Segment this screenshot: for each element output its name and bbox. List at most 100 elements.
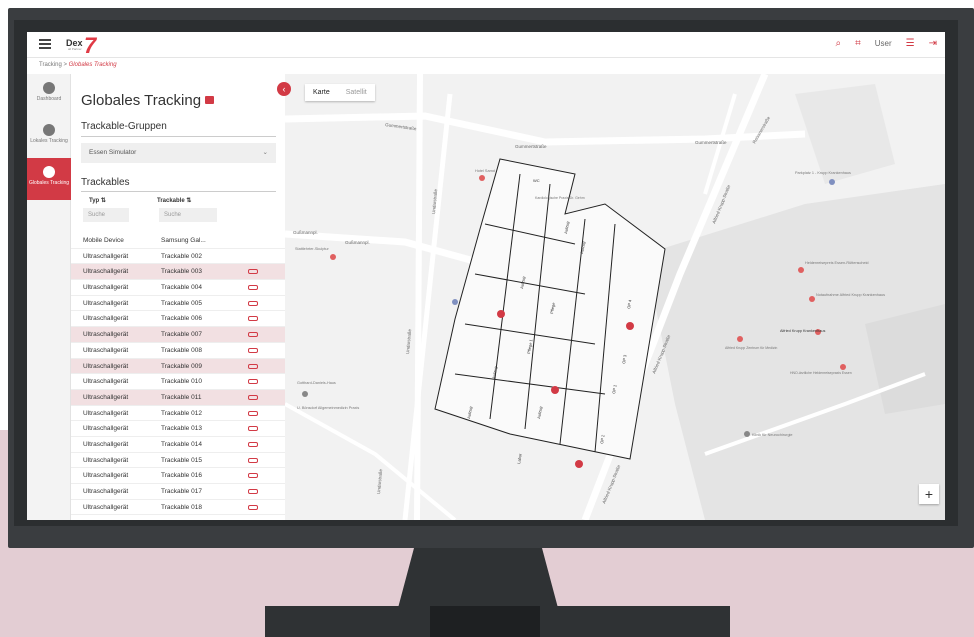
top-actions: ⌕ ⌗ User ☰ ⇥	[836, 38, 938, 49]
table-row[interactable]: Ultraschallgerät Trackable 005	[71, 296, 285, 312]
poi-pin[interactable]	[840, 364, 846, 370]
cell-trackable: Trackable 005	[161, 299, 202, 307]
table-row[interactable]: Ultraschallgerät Trackable 018	[71, 500, 285, 516]
cell-type: Ultraschallgerät	[83, 378, 129, 386]
tag-icon[interactable]	[248, 269, 258, 275]
tag-icon[interactable]	[248, 410, 258, 416]
cell-type: Ultraschallgerät	[83, 409, 129, 417]
group-select-value: Essen Simulator	[89, 149, 137, 156]
table-row[interactable]: Ultraschallgerät Trackable 003	[71, 264, 285, 281]
table-row[interactable]: Ultraschallgerät Trackable 012	[71, 406, 285, 422]
tag-icon[interactable]	[248, 379, 258, 385]
type-search-input[interactable]: Suche	[83, 208, 129, 222]
tag-icon[interactable]	[248, 394, 258, 400]
poi-pin[interactable]	[302, 391, 308, 397]
map-type-toggle: Karte Satellit	[305, 84, 375, 101]
tag-icon[interactable]	[248, 457, 258, 463]
zoom-in-button[interactable]: +	[919, 484, 939, 504]
tag-icon[interactable]	[248, 332, 258, 338]
tag-icon[interactable]	[248, 300, 258, 306]
table-row[interactable]: Ultraschallgerät Trackable 008	[71, 343, 285, 359]
poi-pin[interactable]	[452, 299, 458, 305]
table-row[interactable]: Ultraschallgerät Trackable 002	[71, 249, 285, 265]
cell-trackable: Trackable 016	[161, 472, 202, 480]
tag-icon[interactable]	[248, 489, 258, 494]
tag-icon[interactable]	[248, 316, 258, 322]
tag-icon[interactable]	[248, 347, 258, 353]
group-select[interactable]: Essen Simulator ⌄	[81, 143, 276, 163]
poi-pin[interactable]	[798, 267, 804, 273]
lock-icon[interactable]	[205, 96, 215, 104]
poi-label: Heldenreisepreis Essen-Rüttenscheid	[805, 261, 869, 265]
cell-trackable: Trackable 003	[161, 268, 202, 276]
table-row[interactable]: Ultraschallgerät Trackable 006	[71, 311, 285, 328]
street-label: Gummertstraße	[515, 144, 547, 149]
poi-label: Klinik für Neurochirurgie	[752, 433, 793, 437]
tag-icon[interactable]	[248, 441, 258, 447]
breadcrumb-separator: >	[61, 62, 69, 68]
tab-satellit[interactable]: Satellit	[338, 84, 375, 101]
cell-type: Ultraschallgerät	[83, 362, 129, 370]
poi-label: Stattlehrter-Skulptur	[295, 247, 329, 251]
collapse-panel-button[interactable]: ‹	[277, 82, 291, 96]
logout-icon[interactable]: ⇥	[929, 38, 937, 49]
map-canvas[interactable]: Gummertstraße Gummertstraße Gummertstraß…	[285, 74, 945, 520]
cell-type: Ultraschallgerät	[83, 284, 129, 292]
poi-pin[interactable]	[829, 179, 835, 185]
table-row[interactable]: Mobile Device Samsung Gal...	[71, 233, 285, 249]
table-row[interactable]: Ultraschallgerät Trackable 013	[71, 421, 285, 437]
table-row[interactable]: Ultraschallgerät Trackable 015	[71, 453, 285, 469]
poi-pin[interactable]	[809, 296, 815, 302]
tag-icon[interactable]	[248, 426, 258, 432]
tag-icon[interactable]	[248, 473, 258, 479]
table-row[interactable]: Ultraschallgerät Trackable 007	[71, 327, 285, 343]
nav-item-dashboard[interactable]: Dashboard	[27, 74, 71, 116]
breadcrumb: Tracking > Globales Tracking	[39, 62, 117, 68]
tracking-marker[interactable]	[551, 386, 559, 394]
cell-type: Ultraschallgerät	[83, 346, 129, 354]
poi-label: Alfried Krupp Krankenhaus	[780, 329, 825, 333]
tab-karte[interactable]: Karte	[305, 84, 338, 101]
tracking-marker[interactable]	[497, 310, 505, 318]
cell-trackable: Trackable 017	[161, 488, 202, 495]
divider	[81, 136, 276, 137]
top-bar: Dex all Partner 7 ⌕ ⌗ User ☰ ⇥	[27, 32, 945, 58]
table-row[interactable]: Ultraschallgerät Trackable 004	[71, 280, 285, 296]
breadcrumb-current: Globales Tracking	[68, 62, 117, 68]
trackable-search-input[interactable]: Suche	[159, 208, 217, 222]
breadcrumb-root[interactable]: Tracking	[39, 62, 62, 68]
scan-icon[interactable]: ⌗	[855, 38, 861, 49]
nav-item-lokales-tracking[interactable]: Lokales Tracking	[27, 116, 71, 158]
poi-pin[interactable]	[330, 254, 336, 260]
table-row[interactable]: Ultraschallgerät Trackable 017	[71, 484, 285, 500]
trackables-table: Mobile Device Samsung Gal... Ultraschallg…	[71, 233, 285, 516]
column-header-type[interactable]: Typ ⇅	[89, 197, 106, 204]
search-icon[interactable]: ⌕	[836, 38, 842, 49]
poi-pin[interactable]	[479, 175, 485, 181]
street-label: Gußmannpl.	[293, 230, 318, 235]
tracking-marker[interactable]	[575, 460, 583, 468]
table-row[interactable]: Ultraschallgerät Trackable 011	[71, 389, 285, 406]
logo-number: 7	[84, 33, 97, 58]
street-label: Gußmannpl.	[345, 240, 370, 245]
tag-icon[interactable]	[248, 285, 258, 291]
tracking-marker[interactable]	[626, 322, 634, 330]
table-row[interactable]: Ultraschallgerät Trackable 009	[71, 358, 285, 375]
poi-pin[interactable]	[744, 431, 750, 437]
column-header-trackable[interactable]: Trackable ⇅	[157, 197, 191, 204]
table-row[interactable]: Ultraschallgerät Trackable 016	[71, 468, 285, 484]
nav-item-globales-tracking[interactable]: Globales Tracking	[27, 158, 71, 200]
cell-type: Ultraschallgerät	[83, 268, 129, 276]
tag-icon[interactable]	[248, 363, 258, 369]
monitor-stand-shadow	[430, 606, 540, 637]
tag-icon[interactable]	[248, 504, 258, 510]
menu-icon[interactable]	[39, 39, 51, 49]
table-row[interactable]: Ultraschallgerät Trackable 014	[71, 437, 285, 453]
poi-pin[interactable]	[737, 336, 743, 342]
nav-label: Dashboard	[36, 96, 62, 102]
list-icon[interactable]: ☰	[906, 38, 915, 49]
map-view[interactable]: Gummertstraße Gummertstraße Gummertstraß…	[285, 74, 945, 520]
table-row[interactable]: Ultraschallgerät Trackable 010	[71, 374, 285, 390]
room-label: WC	[533, 178, 540, 183]
user-label[interactable]: User	[875, 39, 892, 48]
